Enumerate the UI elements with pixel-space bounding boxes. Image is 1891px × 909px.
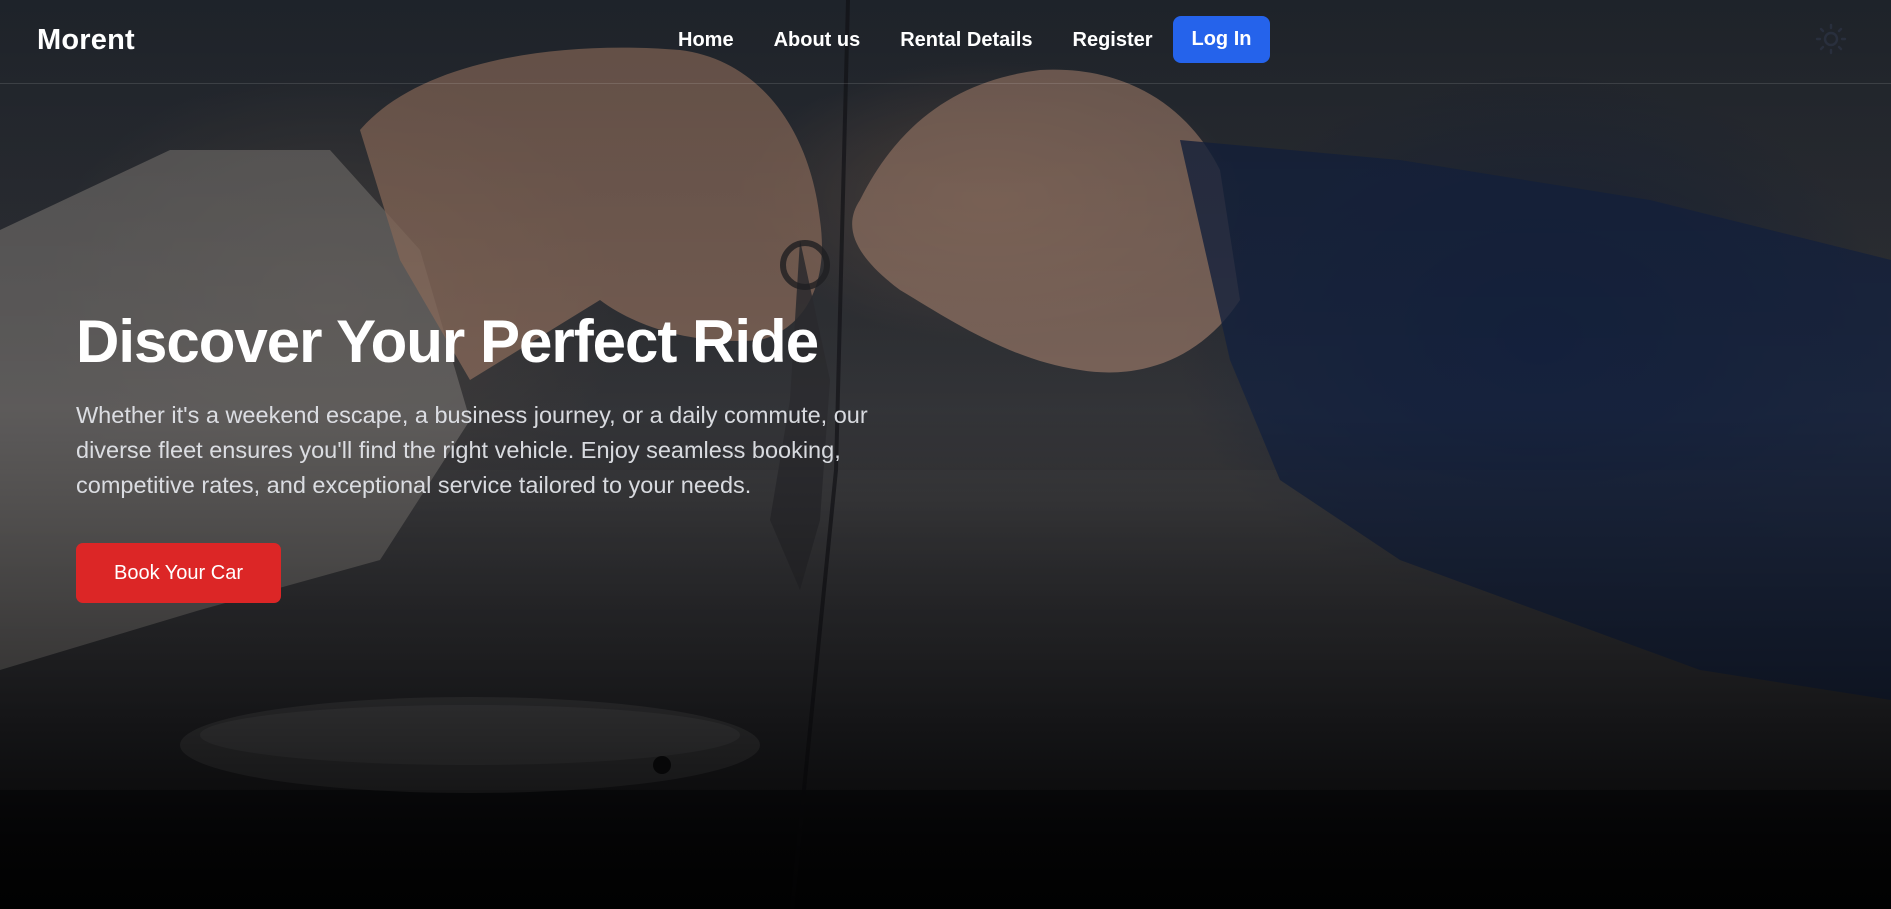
book-your-car-button[interactable]: Book Your Car [76,543,281,603]
hero-section: Morent Home About us Rental Details Regi… [0,0,1891,909]
sun-icon [1815,23,1847,55]
login-button[interactable]: Log In [1173,16,1270,63]
hero-description: Whether it's a weekend escape, a busines… [76,402,868,498]
nav-link-rental-details[interactable]: Rental Details [900,29,1032,52]
hero-content: Discover Your Perfect Ride Whether it's … [76,300,956,603]
nav-link-about-us[interactable]: About us [774,29,861,52]
nav-link-home[interactable]: Home [678,29,734,52]
nav-links: Home About us Rental Details Register [678,29,1153,52]
brand-logo[interactable]: Morent [37,24,135,57]
hero-title: Discover Your Perfect Ride [76,308,819,375]
navbar: Morent Home About us Rental Details Regi… [0,0,1891,84]
theme-toggle-button[interactable] [1814,22,1848,56]
nav-link-register[interactable]: Register [1073,29,1153,52]
